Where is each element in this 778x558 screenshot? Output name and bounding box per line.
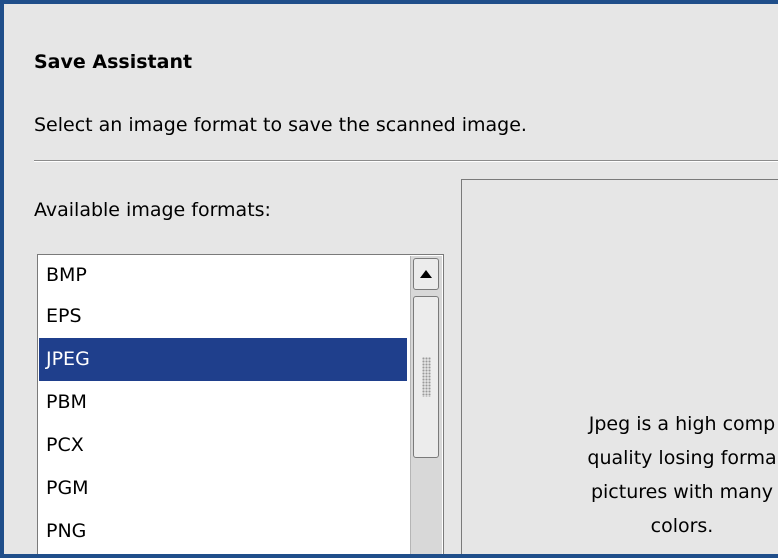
format-description-line: Jpeg is a high comp — [588, 413, 776, 435]
formats-label: Available image formats: — [34, 199, 271, 221]
divider — [34, 160, 778, 162]
format-description-line: quality losing forma — [587, 447, 777, 469]
dialog-title: Save Assistant — [34, 51, 193, 73]
list-item-eps[interactable]: EPS — [39, 295, 407, 338]
scroll-thumb[interactable] — [413, 296, 439, 458]
image-format-list[interactable]: BMP EPS JPEG PBM PCX PGM PNG — [37, 254, 444, 554]
list-item-pcx[interactable]: PCX — [39, 424, 407, 467]
format-description: Jpeg is a high comp quality losing forma… — [462, 407, 778, 543]
save-assistant-dialog: Save Assistant Select an image format to… — [4, 4, 778, 554]
scroll-up-button[interactable] — [413, 258, 439, 290]
list-item-bmp[interactable]: BMP — [39, 256, 407, 295]
grip-dots-icon — [422, 357, 431, 397]
dialog-description: Select an image format to save the scann… — [34, 114, 527, 136]
list-item-png[interactable]: PNG — [39, 510, 407, 553]
list-item-pgm[interactable]: PGM — [39, 467, 407, 510]
triangle-up-icon — [420, 270, 432, 278]
list-item-jpeg[interactable]: JPEG — [39, 338, 407, 381]
list-item-pbm[interactable]: PBM — [39, 381, 407, 424]
format-preview-panel: Jpeg is a high comp quality losing forma… — [461, 179, 778, 554]
list-scrollbar[interactable] — [410, 256, 442, 554]
format-description-line: pictures with many — [590, 481, 774, 503]
format-description-line: colors. — [650, 515, 714, 537]
